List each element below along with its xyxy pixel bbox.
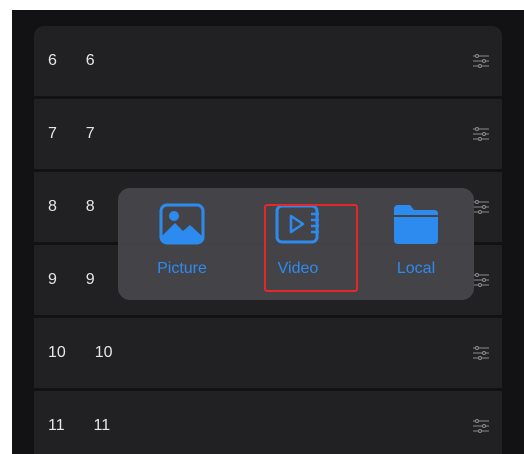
sliders-icon[interactable] <box>472 53 490 69</box>
selection-highlight <box>264 204 358 292</box>
app-screen: 6 6 7 7 8 8 9 9 10 10 11 11 Picture Vide… <box>12 10 524 454</box>
local-label: Local <box>396 260 436 277</box>
list-item[interactable]: 11 11 <box>34 391 502 454</box>
picture-icon <box>159 203 205 245</box>
sliders-icon[interactable] <box>472 345 490 361</box>
list-item[interactable]: 6 6 <box>34 26 502 96</box>
item-label: 9 9 <box>48 271 95 288</box>
item-label: 7 7 <box>48 125 95 142</box>
list-item[interactable]: 10 10 <box>34 318 502 388</box>
list-item[interactable]: 7 7 <box>34 99 502 169</box>
folder-icon <box>394 205 438 244</box>
sliders-icon[interactable] <box>472 272 490 288</box>
item-label: 10 10 <box>48 344 113 361</box>
item-label: 11 11 <box>48 417 111 434</box>
item-label: 8 8 <box>48 198 95 215</box>
local-option[interactable]: Local <box>368 188 464 300</box>
sliders-icon[interactable] <box>472 418 490 434</box>
picture-option[interactable]: Picture <box>134 188 230 300</box>
sliders-icon[interactable] <box>472 126 490 142</box>
item-label: 6 6 <box>48 52 95 69</box>
picture-label: Picture <box>157 260 207 277</box>
sliders-icon[interactable] <box>472 199 490 215</box>
